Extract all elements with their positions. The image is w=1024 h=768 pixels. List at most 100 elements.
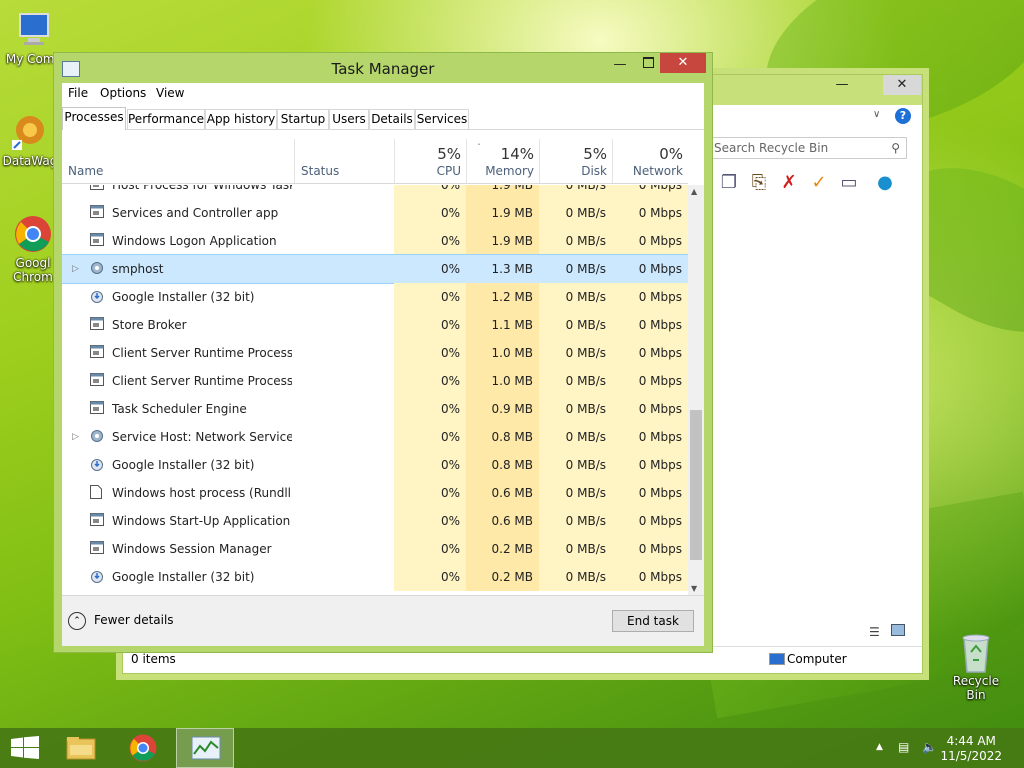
process-row[interactable]: Services and Controller app 0% 1.9 MB 0 MB/…	[62, 199, 688, 227]
scroll-down-icon[interactable]: ▼	[691, 584, 697, 593]
task-manager-titlebar[interactable]: Task Manager — ✕	[54, 53, 712, 83]
process-row[interactable]: ▷ smphost 0% 1.3 MB 0 MB/s 0 Mbps	[62, 254, 688, 284]
task-manager-window[interactable]: Task Manager — ✕ File Options View Proce…	[53, 52, 713, 653]
column-cpu[interactable]: 5% CPU	[394, 139, 467, 183]
tab-users[interactable]: Users	[329, 109, 369, 129]
delete-icon[interactable]: ✗	[777, 171, 801, 195]
tab-startup[interactable]: Startup	[277, 109, 329, 129]
column-memory-label: Memory	[485, 164, 534, 178]
copy-icon[interactable]: ❐	[717, 171, 741, 195]
process-name: Store Broker	[112, 318, 187, 332]
desktop-icon-label: Recycle Bin	[952, 674, 1000, 702]
paste-icon[interactable]: ⎘	[747, 171, 771, 195]
clock-date: 11/5/2022	[940, 749, 1002, 763]
network-icon[interactable]: ▤	[898, 740, 909, 754]
properties-icon[interactable]: ▭	[837, 171, 861, 195]
column-header: Name Status 5% CPU ˇ 14% Memory 5% Disk …	[62, 139, 688, 184]
menu-view[interactable]: View	[156, 86, 184, 100]
maximize-button[interactable]	[634, 55, 662, 75]
show-hidden-icons-icon[interactable]: ▲	[876, 742, 883, 752]
taskbar-chrome[interactable]	[116, 728, 170, 768]
network-total: 0%	[659, 145, 683, 163]
volume-icon[interactable]: 🔈	[922, 740, 937, 754]
clock[interactable]: 4:44 AM 11/5/2022	[940, 734, 1002, 764]
tab-details[interactable]: Details	[369, 109, 415, 129]
close-button[interactable]: ✕	[883, 75, 921, 95]
process-disk: 0 MB/s	[565, 570, 606, 584]
process-row[interactable]: Google Installer (32 bit) 0% 0.8 MB 0 MB/s 0…	[62, 451, 688, 479]
close-button[interactable]: ✕	[660, 53, 706, 73]
process-cpu: 0%	[440, 402, 460, 416]
process-row[interactable]: Store Broker 0% 1.1 MB 0 MB/s 0 Mbps	[62, 311, 688, 339]
process-disk: 0 MB/s	[565, 262, 606, 276]
process-disk: 0 MB/s	[565, 318, 606, 332]
process-row[interactable]: Host Process for Windows Tasks 0% 1.9 MB 0 …	[62, 185, 688, 199]
end-task-button[interactable]: End task	[612, 610, 694, 632]
menu-bar: File Options View	[62, 83, 704, 105]
process-disk: 0 MB/s	[565, 486, 606, 500]
process-memory: 1.0 MB	[491, 374, 533, 388]
process-network: 0 Mbps	[638, 346, 682, 360]
column-disk[interactable]: 5% Disk	[539, 139, 613, 183]
process-row[interactable]: Google Installer (32 bit) 0% 1.2 MB 0 MB/s 0…	[62, 283, 688, 311]
tab-services[interactable]: Services	[415, 109, 469, 129]
gear-icon	[90, 429, 104, 442]
process-memory: 0.6 MB	[491, 514, 533, 528]
tab-bar: Processes Performance App history Startu…	[62, 107, 704, 130]
column-status[interactable]: Status	[294, 139, 395, 183]
tab-processes[interactable]: Processes	[62, 107, 126, 130]
minimize-button[interactable]: —	[606, 55, 634, 75]
search-icon: ⚲	[891, 141, 900, 155]
search-input[interactable]: Search Recycle Bin ⚲	[709, 137, 907, 159]
process-row[interactable]: Windows Start-Up Application 0% 0.6 MB 0 MB…	[62, 507, 688, 535]
column-name[interactable]: Name	[62, 139, 294, 183]
globe-icon[interactable]: ●	[873, 171, 897, 195]
taskbar-file-explorer[interactable]	[54, 728, 108, 768]
process-disk: 0 MB/s	[565, 206, 606, 220]
menu-options[interactable]: Options	[100, 86, 146, 100]
process-cpu: 0%	[440, 234, 460, 248]
process-network: 0 Mbps	[638, 514, 682, 528]
tab-performance[interactable]: Performance	[127, 109, 205, 129]
process-row[interactable]: ▷ Service Host: Network Service (... 0% 0.8…	[62, 423, 688, 451]
chevron-down-icon[interactable]: ∨	[873, 109, 880, 120]
help-icon[interactable]: ?	[895, 108, 911, 124]
process-row[interactable]: Client Server Runtime Process 0% 1.0 MB 0 M…	[62, 367, 688, 395]
tab-app-history[interactable]: App history	[205, 109, 277, 129]
taskbar-task-manager[interactable]	[176, 728, 234, 768]
process-memory: 1.2 MB	[491, 290, 533, 304]
process-name: Windows Logon Application	[112, 234, 277, 248]
task-manager-icon	[191, 736, 221, 760]
process-row[interactable]: Windows host process (Rundll32) 0% 0.6 MB 0…	[62, 479, 688, 507]
maximize-button[interactable]	[845, 75, 873, 95]
column-status-label: Status	[301, 164, 340, 178]
datawag-icon	[10, 112, 50, 152]
start-button[interactable]	[0, 728, 54, 768]
process-row[interactable]: Windows Logon Application 0% 1.9 MB 0 MB/s 0…	[62, 227, 688, 255]
process-row[interactable]: Task Scheduler Engine 0% 0.9 MB 0 MB/s 0 Mbp…	[62, 395, 688, 423]
process-disk: 0 MB/s	[565, 374, 606, 388]
expand-chevron-icon[interactable]: ▷	[72, 423, 79, 451]
vertical-scrollbar[interactable]: ▲ ▼	[688, 185, 704, 595]
sort-indicator-icon: ˇ	[477, 143, 481, 152]
check-icon[interactable]: ✓	[807, 171, 831, 195]
scroll-up-icon[interactable]: ▲	[691, 187, 697, 196]
window-icon	[90, 317, 104, 330]
details-view-icon[interactable]: ☰	[869, 625, 880, 639]
desktop-icon-google-chrome[interactable]: Googl Chrom	[6, 214, 60, 284]
process-row[interactable]: Windows Session Manager 0% 0.2 MB 0 MB/s 0 M…	[62, 535, 688, 563]
desktop-icon-recycle-bin[interactable]: Recycle Bin	[944, 632, 1008, 702]
menu-file[interactable]: File	[68, 86, 88, 100]
process-network: 0 Mbps	[638, 262, 682, 276]
recycle-bin-icon	[956, 632, 996, 673]
process-row[interactable]: Client Server Runtime Process 0% 1.0 MB 0 M…	[62, 339, 688, 367]
desktop-icon-datawag[interactable]: DataWag	[0, 112, 60, 168]
process-cpu: 0%	[440, 570, 460, 584]
column-network[interactable]: 0% Network	[612, 139, 689, 183]
tiles-view-icon[interactable]	[891, 624, 905, 636]
column-memory[interactable]: ˇ 14% Memory	[466, 139, 540, 183]
process-cpu: 0%	[440, 206, 460, 220]
scrollbar-thumb[interactable]	[690, 410, 702, 560]
expand-chevron-icon[interactable]: ▷	[72, 255, 79, 283]
process-row[interactable]: Google Installer (32 bit) 0% 0.2 MB 0 MB/s 0…	[62, 563, 688, 591]
